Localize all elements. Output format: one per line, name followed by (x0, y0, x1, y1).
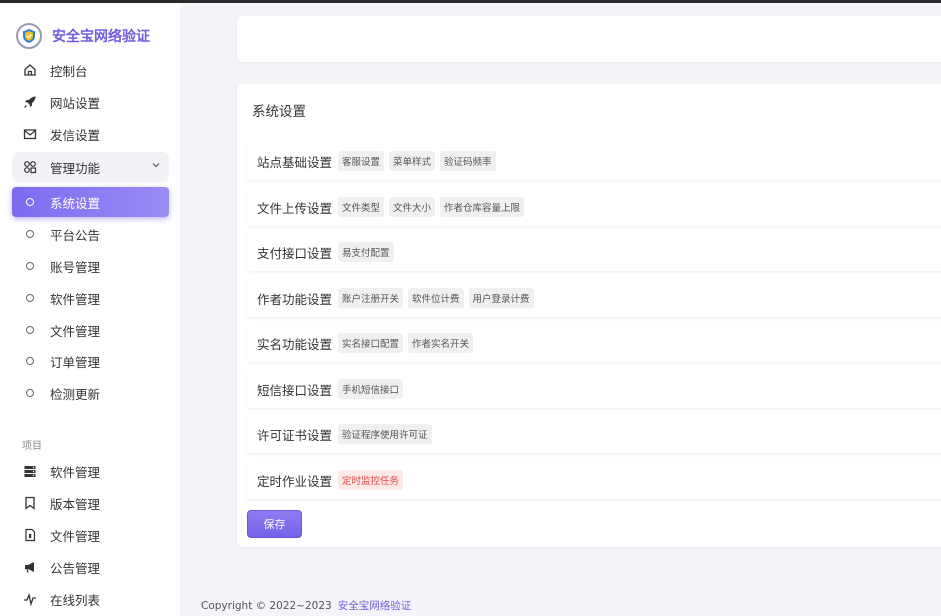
row-label: 文件上传设置 (257, 200, 333, 216)
settings-row-author-features[interactable]: 作者功能设置 账户注册开关 软件位计费 用户登录计费 (247, 279, 941, 317)
sidebar-item-label: 软件管理 (50, 464, 101, 480)
circle-icon (22, 290, 38, 306)
sidebar-item-mail-settings[interactable]: 发信设置 (12, 119, 169, 149)
sidebar-item-label: 文件管理 (50, 528, 101, 544)
save-button[interactable]: 保存 (247, 510, 302, 538)
sidebar-item-project-files[interactable]: 文件管理 (12, 520, 169, 550)
sidebar-item-label: 发信设置 (50, 127, 101, 143)
sidebar-item-label: 订单管理 (50, 354, 101, 370)
sidebar-item-project-software[interactable]: 软件管理 (12, 456, 169, 486)
apps-icon (22, 159, 38, 175)
sidebar-subitem-accounts[interactable]: 账号管理 (12, 251, 169, 281)
sidebar-item-label: 版本管理 (50, 496, 101, 512)
sidebar: 安全宝网络验证 控制台 网站设置 发信设置 管理功能 系统设置 平台公告 账号管… (0, 3, 180, 616)
sidebar-item-label: 软件管理 (50, 291, 101, 307)
home-icon (22, 62, 38, 78)
tag[interactable]: 客服设置 (338, 151, 385, 171)
brand[interactable]: 安全宝网络验证 (16, 21, 150, 51)
circle-icon (22, 194, 38, 210)
tag[interactable]: 验证码频率 (440, 151, 496, 171)
header-card (237, 16, 941, 62)
tag[interactable]: 文件大小 (389, 197, 436, 217)
sidebar-item-label: 控制台 (50, 63, 88, 79)
tag[interactable]: 软件位计费 (408, 288, 464, 308)
server-icon (22, 463, 38, 479)
sidebar-item-label: 公告管理 (50, 560, 101, 576)
page-title: 系统设置 (252, 104, 306, 120)
circle-icon (22, 322, 38, 338)
footer: Copyright © 2022~2023 安全宝网络验证 (201, 598, 411, 613)
tag[interactable]: 易支付配置 (338, 242, 394, 262)
sidebar-item-dashboard[interactable]: 控制台 (12, 55, 169, 85)
row-label: 实名功能设置 (257, 336, 333, 352)
rocket-icon (22, 94, 38, 110)
tag[interactable]: 用户登录计费 (468, 288, 534, 308)
bookmark-icon (22, 495, 38, 511)
tag[interactable]: 定时监控任务 (338, 470, 404, 490)
circle-icon (22, 353, 38, 369)
tag[interactable]: 验证程序使用许可证 (338, 424, 432, 444)
footer-link[interactable]: 安全宝网络验证 (338, 600, 412, 612)
sidebar-item-label: 检测更新 (50, 386, 101, 402)
tag[interactable]: 手机短信接口 (338, 379, 404, 399)
mail-icon (22, 126, 38, 142)
settings-row-sms[interactable]: 短信接口设置 手机短信接口 (247, 370, 941, 408)
sidebar-subitem-system-settings[interactable]: 系统设置 (12, 187, 169, 217)
sidebar-item-label: 系统设置 (50, 195, 101, 211)
sidebar-item-label: 文件管理 (50, 323, 101, 339)
circle-icon (22, 226, 38, 242)
tag[interactable]: 文件类型 (338, 197, 385, 217)
row-label: 作者功能设置 (257, 291, 333, 307)
settings-row-file-upload[interactable]: 文件上传设置 文件类型 文件大小 作者仓库容量上限 (247, 188, 941, 226)
sidebar-subitem-check-updates[interactable]: 检测更新 (12, 378, 169, 408)
sidebar-item-label: 网站设置 (50, 95, 101, 111)
sidebar-item-label: 账号管理 (50, 259, 101, 275)
settings-row-payment[interactable]: 支付接口设置 易支付配置 (247, 233, 941, 271)
sidebar-group-management[interactable]: 管理功能 (12, 152, 169, 182)
row-label: 定时作业设置 (257, 473, 333, 489)
chevron-down-icon (151, 160, 161, 170)
row-label: 短信接口设置 (257, 382, 333, 398)
circle-icon (22, 385, 38, 401)
sidebar-item-label: 在线列表 (50, 592, 101, 608)
sidebar-item-label: 管理功能 (50, 160, 101, 176)
tag[interactable]: 作者仓库容量上限 (440, 197, 525, 217)
sidebar-item-label: 平台公告 (50, 227, 101, 243)
circle-icon (22, 258, 38, 274)
sidebar-subitem-files[interactable]: 文件管理 (12, 315, 169, 345)
tag[interactable]: 作者实名开关 (408, 333, 474, 353)
copyright-text: Copyright © 2022~2023 (201, 600, 332, 612)
row-label: 支付接口设置 (257, 245, 333, 261)
system-settings-card: 系统设置 站点基础设置 客服设置 菜单样式 验证码频率 文件上传设置 文件类型 … (237, 84, 941, 547)
tag[interactable]: 菜单样式 (389, 151, 436, 171)
sidebar-item-project-announcements[interactable]: 公告管理 (12, 552, 169, 582)
activity-icon (22, 591, 38, 607)
sidebar-item-project-online-list[interactable]: 在线列表 (12, 584, 169, 614)
section-label-projects: 项目 (22, 441, 42, 452)
settings-row-real-name[interactable]: 实名功能设置 实名接口配置 作者实名开关 (247, 324, 941, 362)
row-label: 站点基础设置 (257, 154, 333, 170)
brand-title: 安全宝网络验证 (52, 29, 150, 45)
tag[interactable]: 账户注册开关 (338, 288, 404, 308)
sidebar-subitem-orders[interactable]: 订单管理 (12, 346, 169, 376)
sidebar-subitem-announcements[interactable]: 平台公告 (12, 219, 169, 249)
shield-logo-icon (16, 23, 42, 49)
file-icon (22, 527, 38, 543)
megaphone-icon (22, 559, 38, 575)
row-label: 许可证书设置 (257, 427, 333, 443)
tag[interactable]: 实名接口配置 (338, 333, 404, 353)
sidebar-item-website-settings[interactable]: 网站设置 (12, 87, 169, 117)
sidebar-item-project-versions[interactable]: 版本管理 (12, 488, 169, 518)
sidebar-subitem-software[interactable]: 软件管理 (12, 283, 169, 313)
settings-row-cron[interactable]: 定时作业设置 定时监控任务 (247, 461, 941, 499)
settings-row-license[interactable]: 许可证书设置 验证程序使用许可证 (247, 415, 941, 453)
settings-row-site-basic[interactable]: 站点基础设置 客服设置 菜单样式 验证码频率 (247, 142, 941, 180)
